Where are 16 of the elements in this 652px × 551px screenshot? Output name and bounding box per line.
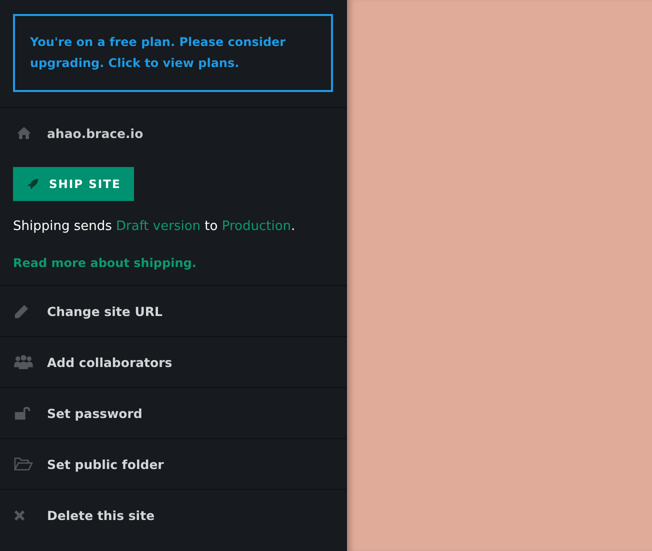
people-icon (14, 354, 33, 370)
folder-icon (14, 457, 33, 471)
production-link[interactable]: Production (222, 219, 292, 234)
site-name: ahao.brace.io (47, 126, 144, 140)
rocket-icon (27, 178, 39, 190)
ship-site-button[interactable]: SHIP SITE (13, 167, 134, 201)
upgrade-notice[interactable]: You're on a free plan. Please consider upgrading. Click to view plans. (13, 14, 333, 92)
unlocked-padlock-icon (14, 406, 31, 420)
menu-item[interactable]: Add collaborators (0, 337, 347, 388)
read-more-link[interactable]: Read more about shipping. (13, 256, 196, 270)
home-icon (16, 126, 32, 140)
shipping-note: Shipping sends Draft version to Production. (13, 219, 296, 234)
draft-version-link[interactable]: Draft version (116, 219, 201, 234)
menu-item[interactable]: Delete this site (0, 490, 347, 540)
pencil-icon (14, 304, 29, 318)
close-icon (14, 510, 25, 520)
